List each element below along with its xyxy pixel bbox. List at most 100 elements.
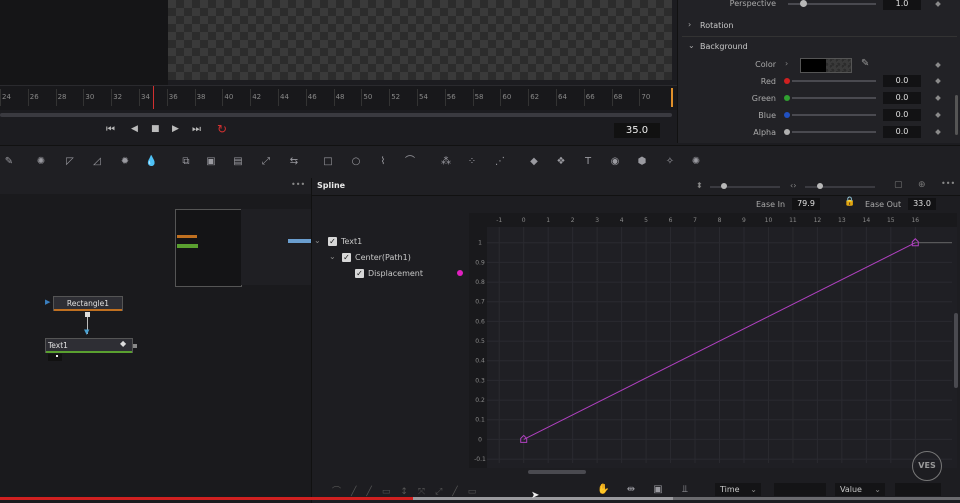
brush-tool-icon[interactable]: ✎ [3,156,15,168]
alpha-value[interactable]: 0.0 [883,126,921,138]
shape3d-icon[interactable]: ◆ [528,156,540,168]
horizontal-zoom-knob[interactable] [817,183,823,189]
light3d-icon[interactable]: ✧ [664,156,676,168]
timeline-ruler[interactable]: 24 26 28 30 32 34 36 38 40 42 44 46 48 50 52 54 56 58 60 62… [0,85,677,110]
node-navigator[interactable] [175,209,242,287]
perspective-slider-knob[interactable] [800,0,807,7]
renderer3d-icon[interactable]: ⬢ [636,156,648,168]
tree-center-path[interactable]: Center(Path1) [355,253,411,262]
ease-in-value[interactable]: 79.9 [792,198,820,210]
green-keyframe-icon[interactable] [935,95,941,101]
green-value[interactable]: 0.0 [883,92,921,104]
color-swatch[interactable] [800,58,852,73]
select-tool-icon[interactable]: ✋ [597,484,609,496]
value-field[interactable] [895,483,941,496]
fit-view-icon[interactable]: ▢ [894,180,903,190]
displacement-checkbox[interactable]: ✓ [355,269,364,278]
inspector-scrollbar[interactable] [955,95,958,135]
more-options-icon[interactable]: ••• [291,180,305,189]
color-keyframe-icon[interactable] [935,62,941,68]
flip-tool-icon[interactable]: ⇹ [625,484,637,496]
zoom-view-icon[interactable]: ⊕ [918,180,926,190]
vertical-zoom-icon[interactable]: ⬍ [696,181,703,190]
text-node-mask-icon[interactable]: ◆ [120,339,126,348]
particle-tool-icon[interactable]: ✺ [35,156,47,168]
node-editor[interactable]: ••• ▶ Rectangle1 ▼ Text1 ◆ [0,178,312,503]
red-keyframe-icon[interactable] [935,78,941,84]
more-spline-options-icon[interactable]: ••• [941,179,955,188]
vertical-zoom-knob[interactable] [721,183,727,189]
rotation-section[interactable]: Rotation [700,21,733,30]
graph-horizontal-scroll[interactable] [528,470,586,474]
spline-graph[interactable]: -1 0 1 2 3 4 5 6 7 8 9 10 11 12 13 14 15 1610.90.80.70.60… [469,213,957,468]
ruler-tick-line [222,89,224,106]
image-tool-icon[interactable]: ▤ [232,156,244,168]
center-path-checkbox[interactable]: ✓ [342,253,351,262]
green-slider[interactable] [792,97,876,99]
stop-icon[interactable]: ■ [151,124,160,134]
red-slider[interactable] [792,80,876,82]
lens-flare-icon[interactable]: ✺ [690,156,702,168]
go-to-start-icon[interactable]: ⏮ [106,124,115,135]
timeline-scroll[interactable] [0,113,672,117]
tree-text1[interactable]: Text1 [341,237,362,246]
step-back-icon[interactable]: ◀ [131,124,138,134]
resize-tool-icon[interactable]: ⤢ [260,156,272,168]
polygon-mask-icon[interactable]: ⌇ [377,156,389,168]
horizontal-zoom-icon[interactable]: ‹› [790,181,796,190]
video-progress-fill [0,497,413,500]
blue-value[interactable]: 0.0 [883,109,921,121]
value-dropdown[interactable]: Value ⌄ [835,483,885,496]
center-path-chevron-icon[interactable]: ⌄ [329,252,336,261]
perspective-value[interactable]: 1.0 [883,0,921,10]
loop-icon[interactable]: ↻ [217,122,227,136]
rotation-chevron-icon[interactable]: › [688,20,691,29]
step-tool-icon[interactable]: ⫫ [679,484,691,496]
bspline-mask-icon[interactable]: ⌒ [404,156,416,168]
text1-chevron-icon[interactable]: ⌄ [314,236,321,245]
play-icon[interactable]: ▶ [172,124,179,134]
particle-render-icon[interactable]: ⁘ [466,156,478,168]
footer-tool-icons[interactable]: ⌒╱╱▭↕⤧⤢╱▭ [332,484,486,497]
mask-tool-icon[interactable]: ◸ [64,156,76,168]
time-value-field[interactable] [774,483,826,496]
go-to-end-icon[interactable]: ⏭ [192,124,201,135]
blue-keyframe-icon[interactable] [935,112,941,118]
eyedropper-icon[interactable]: ✎ [861,58,869,69]
background-chevron-icon[interactable]: ⌄ [688,41,695,50]
time-dropdown[interactable]: Time ⌄ [715,483,761,496]
light-tool-icon[interactable]: ✹ [119,156,131,168]
graph-vertical-scroll[interactable] [954,313,958,388]
text1-checkbox[interactable]: ✓ [328,237,337,246]
playhead[interactable] [153,86,154,109]
current-frame-field[interactable]: 35.0 [614,123,660,138]
background-section[interactable]: Background [700,42,748,51]
particle-style-icon[interactable]: ⋰ [494,156,506,168]
ruler-tick-label: 66 [585,93,595,101]
camera3d-icon[interactable]: ◉ [609,156,621,168]
perspective-keyframe-icon[interactable] [935,1,941,7]
red-value[interactable]: 0.0 [883,75,921,87]
viewer-canvas[interactable] [168,0,676,80]
color-expand-icon[interactable]: › [785,59,788,68]
alpha-slider[interactable] [792,131,876,133]
drop-tool-icon[interactable]: 💧 [145,156,157,168]
ellipse-mask-icon[interactable]: ○ [350,156,362,168]
transform-tool-icon[interactable]: ⇆ [288,156,300,168]
ease-out-value[interactable]: 33.0 [908,198,936,210]
rectangle-node-color-bar [54,309,122,311]
lock-icon[interactable]: 🔒 [844,197,855,207]
blue-slider[interactable] [792,114,876,116]
horizontal-zoom-slider[interactable] [805,186,875,188]
merge3d-icon[interactable]: ❖ [555,156,567,168]
merge-tool-icon[interactable]: ⧉ [180,156,192,168]
box-tool-icon[interactable]: ▣ [652,484,664,496]
polygon-tool-icon[interactable]: ◿ [91,156,103,168]
rect-mask-icon[interactable]: □ [322,156,334,168]
text-node-output-port[interactable] [133,344,137,348]
particle-emitter-icon[interactable]: ⁂ [440,156,452,168]
layer-tool-icon[interactable]: ▣ [205,156,217,168]
text3d-icon[interactable]: T [582,156,594,168]
alpha-keyframe-icon[interactable] [935,129,941,135]
tree-displacement[interactable]: Displacement [368,269,423,278]
